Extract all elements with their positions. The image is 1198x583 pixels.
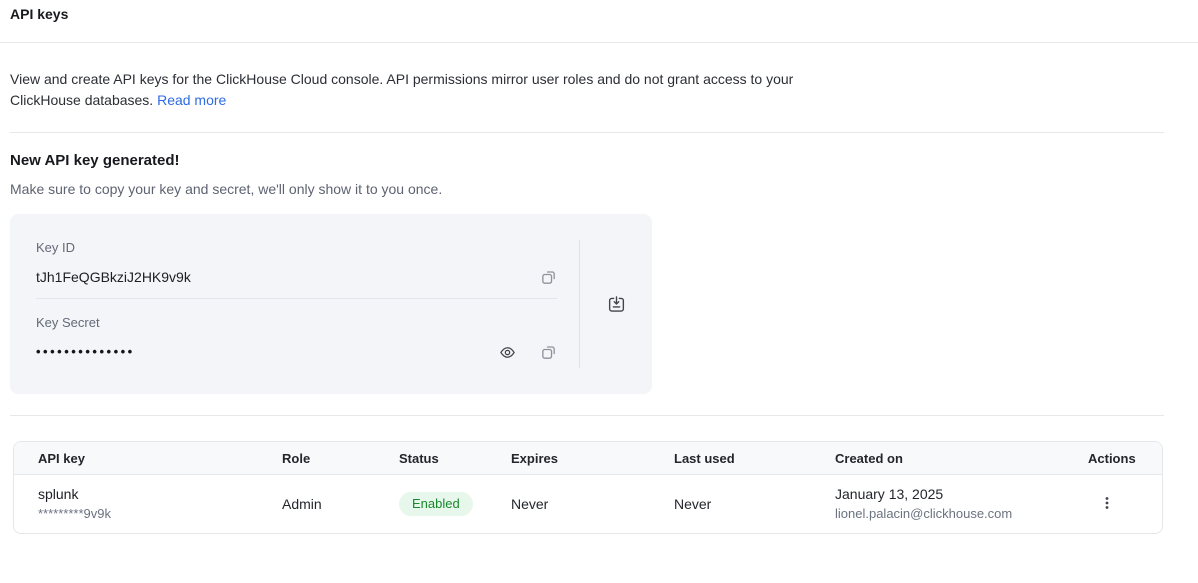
status-badge: Enabled xyxy=(399,492,473,516)
actions-cell xyxy=(1064,475,1162,534)
row-actions-button[interactable] xyxy=(1100,496,1114,510)
kebab-menu-icon xyxy=(1100,496,1114,510)
column-header-created-on: Created on xyxy=(811,442,1064,475)
copy-key-id-button[interactable] xyxy=(540,269,557,286)
copy-icon xyxy=(540,269,557,286)
last-used-cell: Never xyxy=(650,475,811,534)
new-key-banner: New API key generated! Make sure to copy… xyxy=(0,152,1198,394)
column-header-role: Role xyxy=(258,442,375,475)
api-key-masked: *********9v9k xyxy=(38,504,258,524)
column-header-api-key: API key xyxy=(14,442,258,475)
download-icon xyxy=(607,295,626,314)
key-secret-label: Key Secret xyxy=(36,315,557,330)
banner-title: New API key generated! xyxy=(10,152,1198,170)
copy-secret-button[interactable] xyxy=(540,344,557,361)
column-header-status: Status xyxy=(375,442,487,475)
key-card-fields: Key ID tJh1FeQGBkziJ2HK9v9k xyxy=(10,214,579,394)
reveal-secret-button[interactable] xyxy=(499,344,516,361)
table-header-row: API key Role Status Expires Last used Cr… xyxy=(14,442,1162,475)
page-description-text: View and create API keys for the ClickHo… xyxy=(10,71,793,108)
created-on-cell: January 13, 2025 lionel.palacin@clickhou… xyxy=(811,475,1064,534)
created-date: January 13, 2025 xyxy=(835,484,1064,504)
key-card-download-panel xyxy=(579,240,652,368)
column-header-actions: Actions xyxy=(1064,442,1162,475)
api-key-cell: splunk *********9v9k xyxy=(14,475,258,534)
key-id-label: Key ID xyxy=(36,240,557,255)
status-cell: Enabled xyxy=(375,475,487,534)
eye-icon xyxy=(499,344,516,361)
download-key-button[interactable] xyxy=(607,295,626,314)
read-more-link[interactable]: Read more xyxy=(157,92,226,108)
divider xyxy=(10,132,1164,133)
copy-icon xyxy=(540,344,557,361)
table-row: splunk *********9v9k Admin Enabled Never… xyxy=(14,475,1162,534)
role-cell: Admin xyxy=(258,475,375,534)
created-by-email: lionel.palacin@clickhouse.com xyxy=(835,504,1064,524)
page-description: View and create API keys for the ClickHo… xyxy=(10,69,826,111)
column-header-expires: Expires xyxy=(487,442,650,475)
page-title: API keys xyxy=(0,0,1198,22)
key-secret-masked-value: •••••••••••••• xyxy=(36,342,499,362)
generated-key-card: Key ID tJh1FeQGBkziJ2HK9v9k xyxy=(10,214,652,394)
api-key-name: splunk xyxy=(38,484,258,504)
key-id-field: Key ID tJh1FeQGBkziJ2HK9v9k xyxy=(36,240,557,299)
divider xyxy=(10,415,1164,416)
api-keys-page: API keys View and create API keys for th… xyxy=(0,0,1198,534)
api-keys-table: API key Role Status Expires Last used Cr… xyxy=(13,441,1163,534)
expires-cell: Never xyxy=(487,475,650,534)
banner-subtitle: Make sure to copy your key and secret, w… xyxy=(10,181,1198,198)
key-id-value: tJh1FeQGBkziJ2HK9v9k xyxy=(36,267,540,287)
column-header-last-used: Last used xyxy=(650,442,811,475)
divider xyxy=(0,42,1198,43)
key-secret-field: Key Secret •••••••••••••• xyxy=(36,299,557,362)
